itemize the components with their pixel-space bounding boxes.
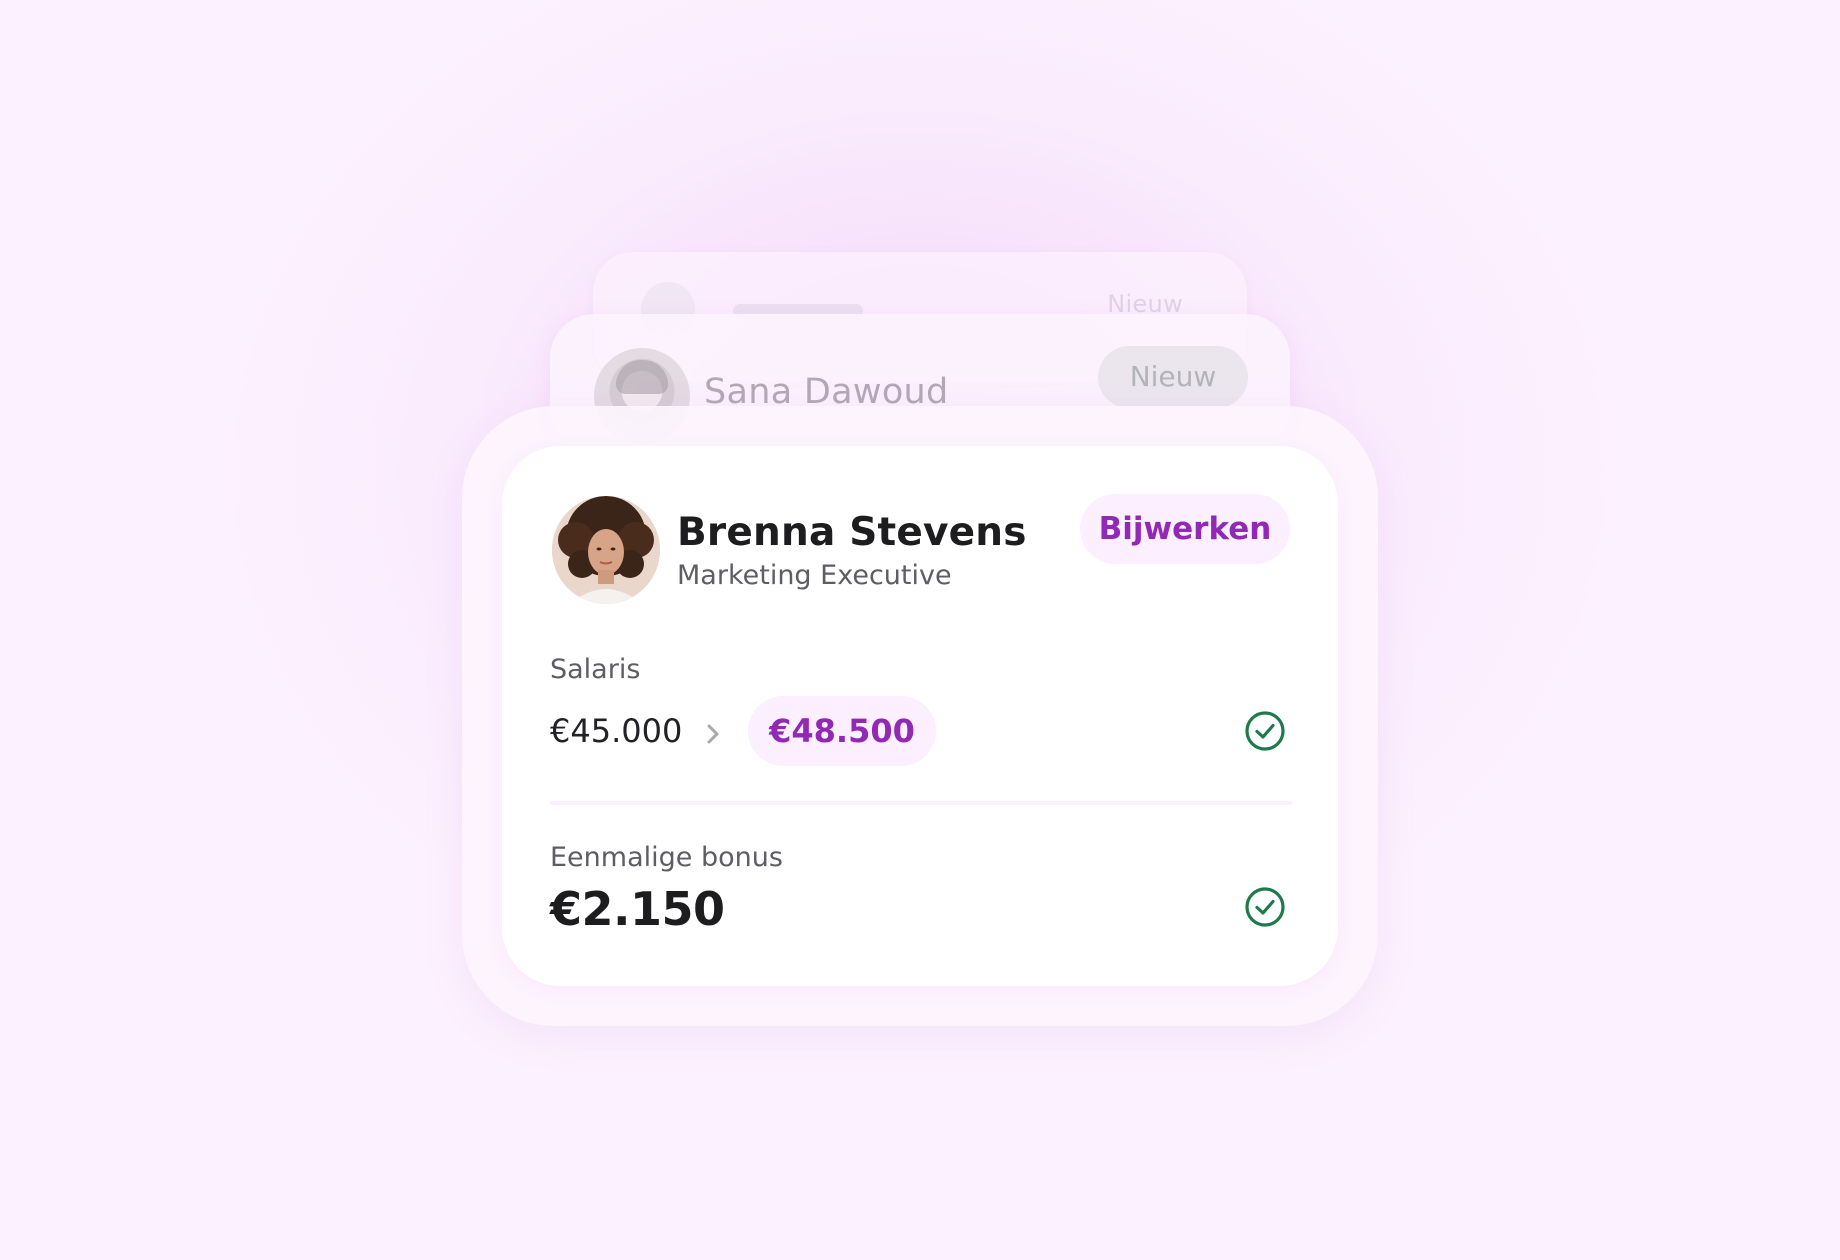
update-button[interactable]: Bijwerken: [1080, 494, 1290, 564]
salary-label: Salaris: [550, 654, 641, 685]
new-salary-value: €48.500: [748, 696, 936, 766]
divider: [550, 801, 1292, 805]
bonus-label: Eenmalige bonus: [550, 842, 783, 873]
employee-name: Brenna Stevens: [677, 510, 1027, 555]
old-salary-value: €45.000: [550, 712, 683, 750]
avatar: [552, 496, 660, 604]
bonus-value: €2.150: [550, 882, 725, 936]
check-circle-icon: [1245, 711, 1285, 751]
employee-compensation-card: Brenna Stevens Marketing Executive Bijwe…: [502, 446, 1338, 986]
status-badge: Nieuw: [1098, 346, 1248, 408]
employee-role: Marketing Executive: [677, 560, 952, 591]
chevron-right-icon: [707, 724, 719, 744]
check-circle-icon: [1245, 887, 1285, 927]
